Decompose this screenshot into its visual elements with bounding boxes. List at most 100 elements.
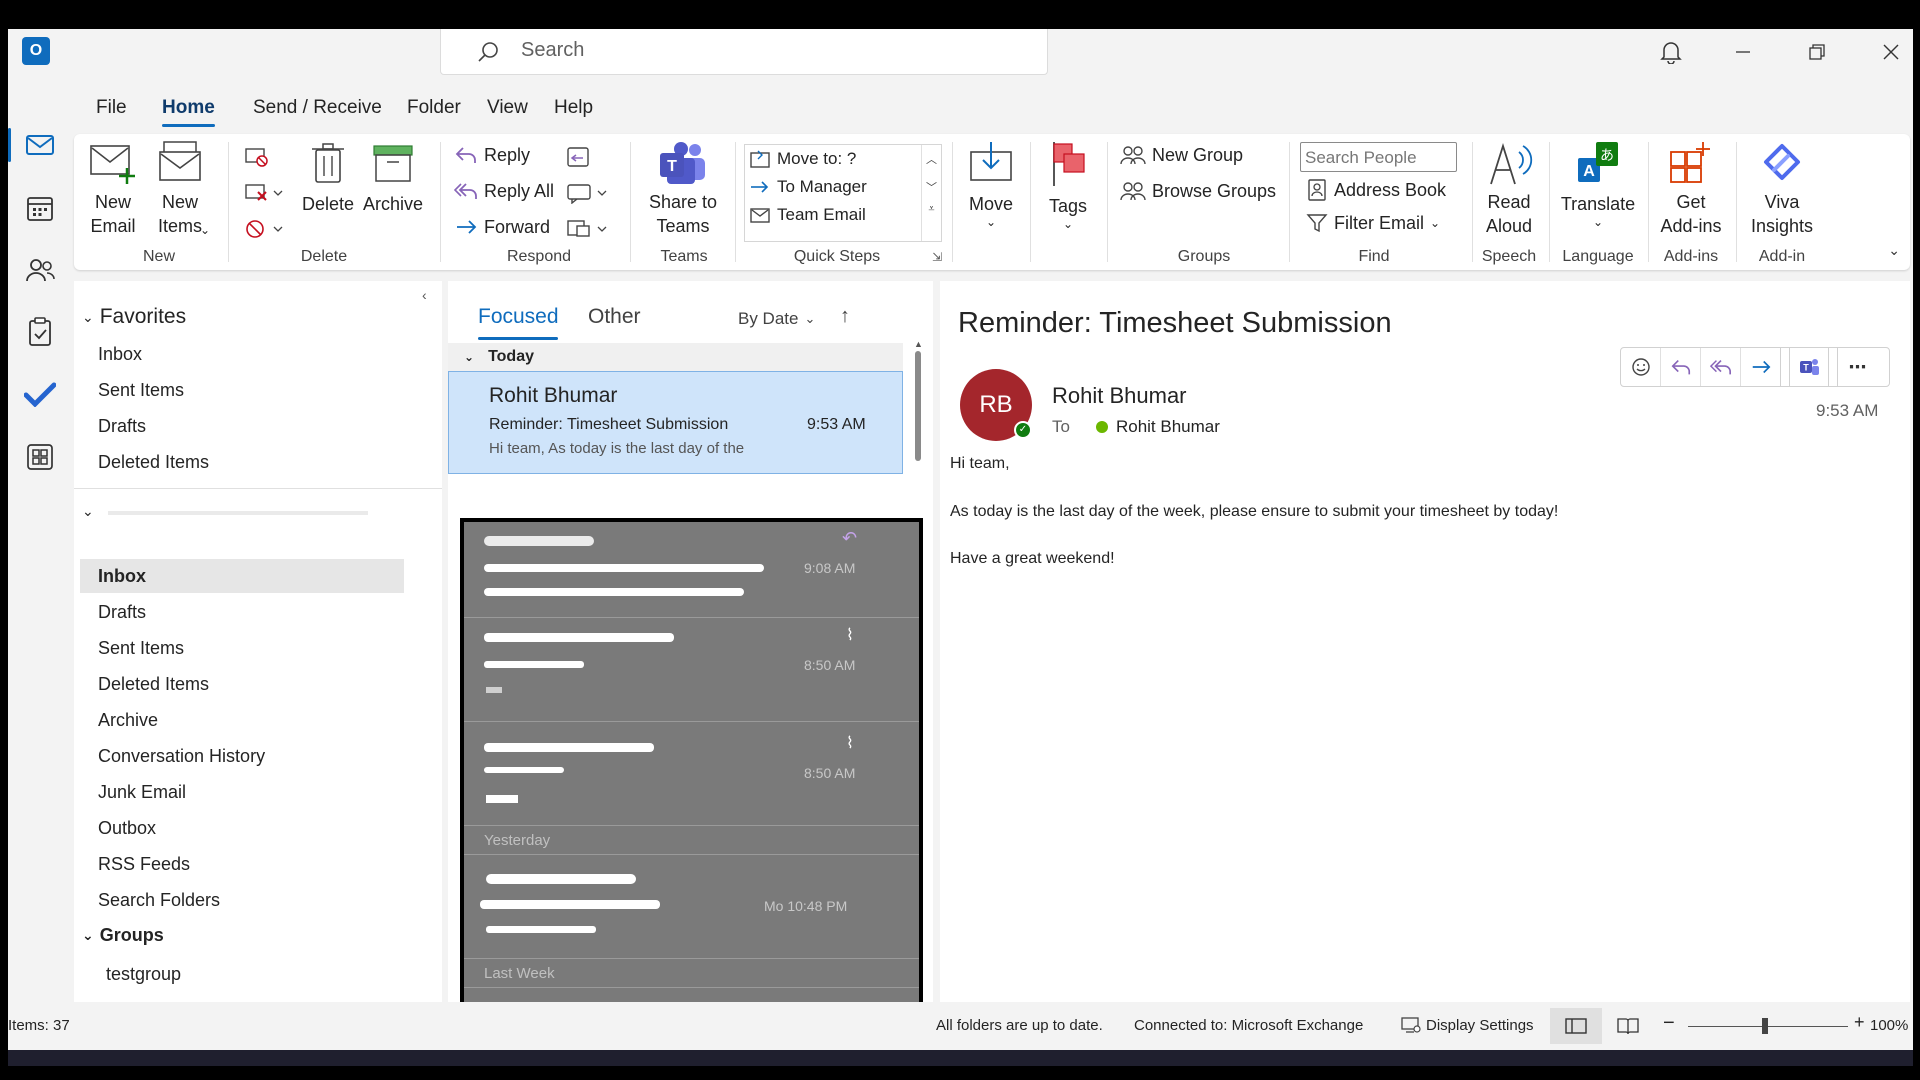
forward-button[interactable]: Forward (454, 216, 550, 238)
tab-home[interactable]: Home (162, 97, 215, 127)
section-today[interactable]: ⌄ Today (448, 343, 903, 371)
clean-up-icon[interactable] (244, 182, 284, 209)
reading-view-icon[interactable] (1616, 1016, 1640, 1040)
group-testgroup[interactable]: testgroup (74, 957, 404, 991)
apps-icon[interactable] (8, 432, 71, 482)
folder-inbox[interactable]: Inbox (80, 559, 404, 593)
address-book-button[interactable]: Address Book (1306, 178, 1446, 202)
reply-all-button[interactable]: Reply All (454, 180, 554, 202)
message-item[interactable]: ↶ 9:08 AM (464, 522, 919, 618)
groups-header[interactable]: ⌄ Groups (82, 925, 164, 946)
browse-groups-button[interactable]: Browse Groups (1120, 180, 1276, 202)
tab-other[interactable]: Other (588, 305, 641, 329)
tab-help[interactable]: Help (554, 97, 593, 119)
folder-archive[interactable]: Archive (74, 703, 404, 737)
folder-sent-items[interactable]: Sent Items (74, 631, 404, 665)
new-group-button[interactable]: New Group (1120, 144, 1243, 166)
get-addins-button[interactable]: Get Add-ins (1652, 140, 1730, 238)
close-icon[interactable] (1876, 37, 1906, 67)
zoom-in-icon[interactable]: + (1854, 1012, 1865, 1033)
move-button[interactable]: Move ⌄ (962, 140, 1020, 228)
new-items-button[interactable]: New Items ⌄ (152, 140, 210, 238)
message-item-selected[interactable]: Rohit Bhumar Reminder: Timesheet Submiss… (448, 371, 903, 474)
message-item[interactable]: ⌇ 8:50 AM (464, 619, 919, 722)
zoom-level: 100% (1870, 1017, 1909, 1034)
filter-email-button[interactable]: Filter Email ⌄ (1306, 212, 1440, 234)
todo-icon[interactable] (8, 369, 71, 419)
react-button[interactable] (1621, 348, 1661, 386)
message-item[interactable]: ⌇ 8:50 AM (464, 723, 919, 826)
new-email-button[interactable]: New Email (88, 140, 138, 238)
zoom-slider[interactable] (1688, 1018, 1848, 1034)
favorite-drafts[interactable]: Drafts (74, 409, 404, 443)
more-respond-icon[interactable] (566, 218, 610, 245)
folder-rss-feeds[interactable]: RSS Feeds (74, 847, 404, 881)
viva-insights-button[interactable]: Viva Insights (1742, 140, 1822, 238)
quick-steps-scroll[interactable]: ︿ ﹀ ⩡ (921, 145, 941, 241)
ribbon-expand-icon[interactable]: ⌄ (1888, 242, 1900, 259)
folder-conversation-history[interactable]: Conversation History (74, 739, 404, 773)
restore-icon[interactable] (1802, 37, 1832, 67)
mail-icon[interactable] (8, 120, 71, 170)
quick-step-move-to[interactable]: Move to: ? (749, 149, 856, 169)
people-icon[interactable] (8, 245, 71, 295)
reply-all-icon (1709, 359, 1731, 375)
section-yesterday[interactable]: Yesterday (464, 827, 919, 855)
reply-all-button[interactable] (1701, 348, 1741, 386)
tab-view[interactable]: View (487, 97, 528, 119)
junk-icon[interactable] (244, 218, 284, 245)
tags-button[interactable]: Tags ⌄ (1040, 140, 1096, 230)
calendar-icon[interactable] (8, 183, 71, 233)
tab-file[interactable]: File (96, 97, 127, 119)
section-last-week[interactable]: Last Week (464, 960, 919, 988)
reply-button[interactable]: Reply (454, 144, 530, 166)
favorite-sent-items[interactable]: Sent Items (74, 373, 404, 407)
forward-button[interactable] (1741, 348, 1781, 386)
to-name[interactable]: Rohit Bhumar (1116, 417, 1220, 437)
reading-sender[interactable]: Rohit Bhumar (1052, 383, 1187, 409)
dialog-launcher-icon[interactable]: ⇲ (932, 250, 942, 264)
chevron-down-icon: ⌄ (464, 350, 475, 364)
tasks-icon[interactable] (8, 307, 71, 357)
normal-view-icon[interactable] (1550, 1008, 1602, 1044)
bell-icon[interactable] (1656, 37, 1686, 67)
zoom-out-icon[interactable]: − (1663, 1012, 1675, 1035)
read-aloud-button[interactable]: Read Aloud (1478, 140, 1540, 238)
title-bar: O Search (8, 29, 1913, 85)
teams-chat-button[interactable]: T (1789, 348, 1829, 386)
im-reply-icon[interactable] (566, 182, 610, 209)
sort-direction-icon[interactable]: ↑ (840, 305, 850, 328)
message-item[interactable]: Mo 10:48 PM (464, 856, 919, 959)
quick-step-team-email[interactable]: Team Email (749, 205, 866, 225)
account-header[interactable]: ⌄ (82, 500, 398, 523)
sort-by-date[interactable]: By Date ⌄ (738, 309, 815, 329)
archive-button[interactable]: Archive (360, 140, 426, 216)
favorite-deleted-items[interactable]: Deleted Items (74, 445, 404, 479)
quick-step-to-manager[interactable]: To Manager (749, 177, 867, 197)
chevron-down-icon: ⌄ (200, 223, 211, 237)
folder-outbox[interactable]: Outbox (74, 811, 404, 845)
share-to-teams-button[interactable]: T Share to Teams (640, 140, 726, 238)
search-people-input[interactable]: Search People (1300, 142, 1457, 172)
ignore-icon[interactable] (244, 146, 270, 173)
collapse-pane-icon[interactable]: ‹ (422, 287, 427, 303)
favorites-header[interactable]: ⌄ Favorites (82, 305, 186, 329)
folder-deleted-items[interactable]: Deleted Items (74, 667, 404, 701)
avatar[interactable]: RB ✓ (960, 369, 1032, 441)
translate-button[interactable]: Aあ Translate ⌄ (1556, 140, 1640, 228)
folder-junk-email[interactable]: Junk Email (74, 775, 404, 809)
minimize-icon[interactable] (1728, 37, 1758, 67)
tab-focused[interactable]: Focused (478, 305, 559, 329)
zoom-slider-thumb[interactable] (1762, 1018, 1768, 1034)
folder-search-folders[interactable]: Search Folders (74, 883, 404, 917)
tab-folder[interactable]: Folder (407, 97, 461, 119)
display-settings-button[interactable]: Display Settings (1400, 1015, 1534, 1035)
meeting-reply-icon[interactable] (566, 146, 592, 173)
more-actions-icon[interactable]: ⋯ (1837, 348, 1877, 386)
search-box[interactable]: Search (440, 29, 1048, 75)
favorite-inbox[interactable]: Inbox (74, 337, 404, 371)
tab-send-receive[interactable]: Send / Receive (253, 97, 382, 119)
delete-button[interactable]: Delete (298, 140, 358, 216)
reply-button[interactable] (1661, 348, 1701, 386)
folder-drafts[interactable]: Drafts (74, 595, 404, 629)
